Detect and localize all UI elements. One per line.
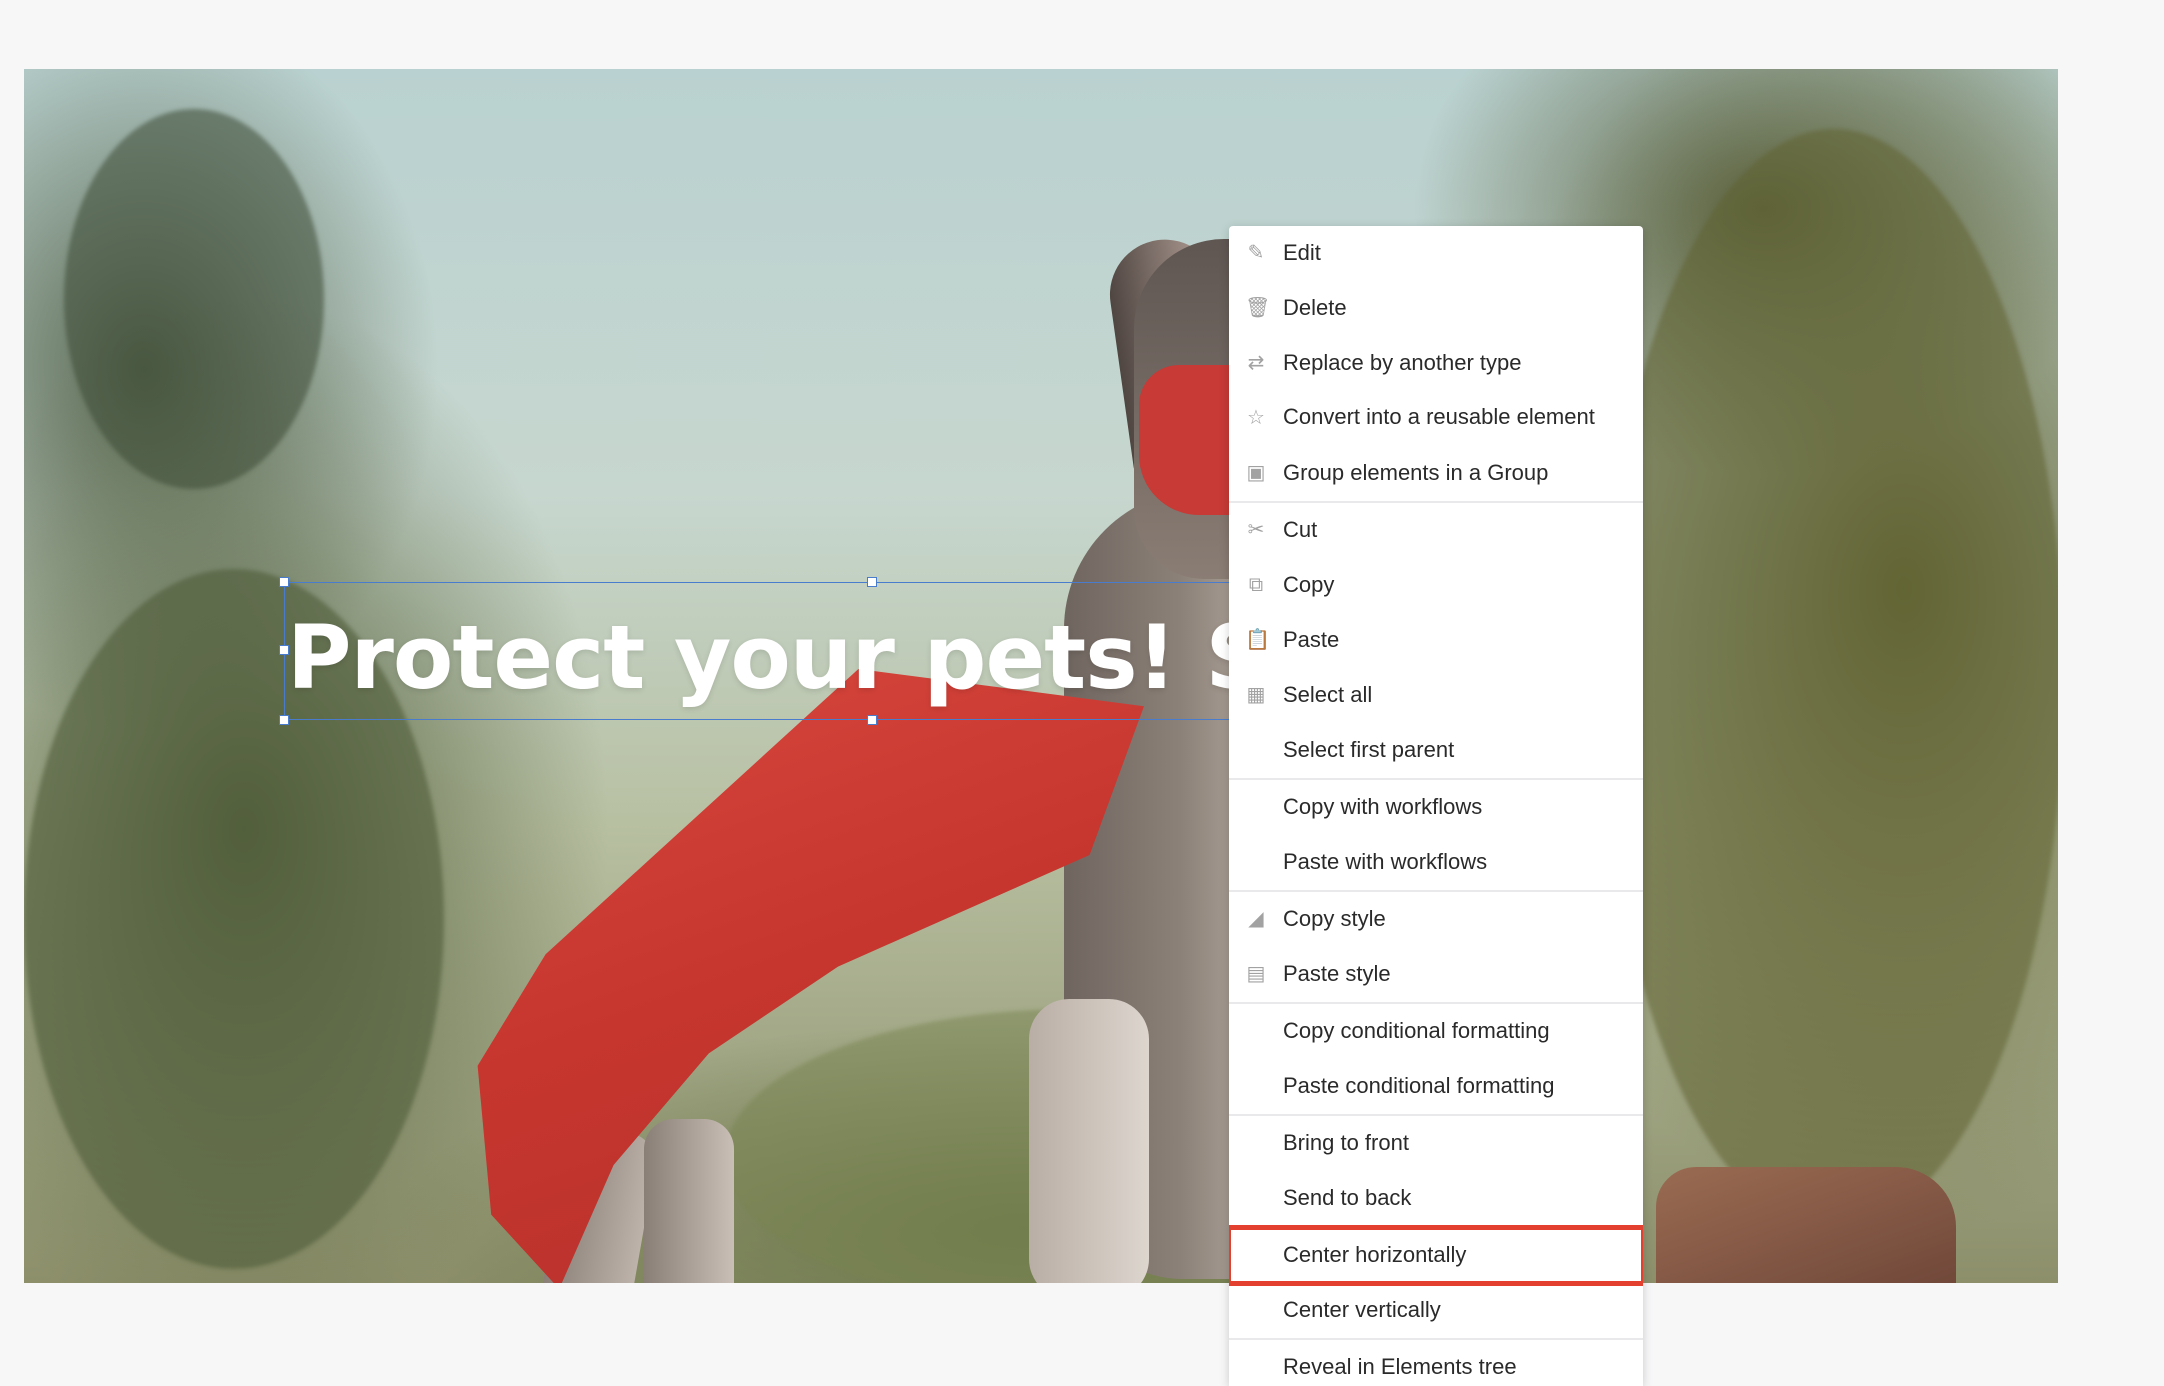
menu-item-label: Center horizontally (1283, 1242, 1467, 1267)
menu-item-bring-to-front[interactable]: Bring to front (1229, 1116, 1643, 1171)
menu-item-label: Cut (1283, 517, 1318, 542)
menu-item-paste-conditional-formatting[interactable]: Paste conditional formatting (1229, 1059, 1643, 1114)
rock (1656, 1167, 1956, 1283)
menu-item-group-elements-in-a-group[interactable]: ▣ Group elements in a Group (1229, 446, 1643, 501)
menu-item-send-to-back[interactable]: Send to back (1229, 1171, 1643, 1226)
menu-item-copy-style[interactable]: ◢ Copy style (1229, 892, 1643, 947)
resize-handle-bottom-middle[interactable] (867, 715, 877, 725)
menu-item-label: Group elements in a Group (1283, 460, 1549, 485)
trash-icon: 🗑 (1245, 295, 1271, 319)
menu-item-edit[interactable]: ✎ Edit (1229, 226, 1643, 281)
menu-item-center-vertically[interactable]: Center vertically (1229, 1283, 1643, 1338)
copy-icon: ⧉ (1248, 572, 1264, 596)
menu-item-label: Delete (1283, 295, 1347, 320)
grid-icon: ▦ (1246, 682, 1266, 706)
resize-handle-middle-left[interactable] (279, 645, 289, 655)
star-icon: ☆ (1247, 405, 1265, 429)
eraser-icon: ◢ (1248, 906, 1264, 930)
menu-item-delete[interactable]: 🗑 Delete (1229, 281, 1643, 336)
menu-item-paste[interactable]: 📋 Paste (1229, 613, 1643, 668)
dog-leg (1029, 999, 1149, 1283)
editor-canvas: Protect your pets! Sign ✎ Edit 🗑 Delete ⇄ Rep… (0, 0, 2164, 1386)
menu-item-copy[interactable]: ⧉ Copy (1229, 558, 1643, 613)
menu-item-center-horizontally[interactable]: Center horizontally (1229, 1225, 1643, 1286)
dog-leg (644, 1119, 734, 1283)
edit-icon: ✎ (1247, 240, 1265, 264)
resize-handle-top-left[interactable] (279, 577, 289, 587)
foliage-left-top (64, 109, 324, 489)
foliage-right (1604, 129, 2058, 1229)
scissors-icon: ✂ (1247, 517, 1265, 541)
menu-item-label: Edit (1283, 240, 1321, 265)
menu-item-label: Copy style (1283, 906, 1386, 931)
menu-item-label: Paste with workflows (1283, 849, 1488, 874)
menu-item-select-first-parent[interactable]: Select first parent (1229, 723, 1643, 778)
menu-item-convert-into-a-reusable-element[interactable]: ☆ Convert into a reusable element (1229, 391, 1643, 446)
menu-item-label: Reveal in Elements tree (1283, 1354, 1517, 1379)
menu-item-label: Copy conditional formatting (1283, 1018, 1550, 1043)
paste-icon: 📋 (1245, 627, 1270, 651)
selection-box[interactable] (284, 582, 1264, 720)
menu-item-label: Paste conditional formatting (1283, 1073, 1555, 1098)
menu-item-copy-conditional-formatting[interactable]: Copy conditional formatting (1229, 1004, 1643, 1059)
menu-item-label: Center vertically (1283, 1297, 1441, 1322)
menu-item-label: Replace by another type (1283, 350, 1522, 375)
resize-handle-bottom-left[interactable] (279, 715, 289, 725)
menu-item-paste-style[interactable]: ▤ Paste style (1229, 947, 1643, 1002)
menu-item-label: Send to back (1283, 1185, 1412, 1210)
menu-item-label: Paste (1283, 627, 1340, 652)
menu-item-label: Select first parent (1283, 737, 1455, 762)
document-icon: ▤ (1246, 961, 1266, 985)
swap-arrows-icon: ⇄ (1247, 350, 1265, 374)
menu-item-reveal-in-elements-tree[interactable]: Reveal in Elements tree (1229, 1340, 1643, 1386)
context-menu: ✎ Edit 🗑 Delete ⇄ Replace by another type ☆ Con… (1229, 226, 1643, 1386)
menu-item-cut[interactable]: ✂ Cut (1229, 503, 1643, 558)
menu-item-select-all[interactable]: ▦ Select all (1229, 668, 1643, 723)
menu-item-label: Copy with workflows (1283, 794, 1483, 819)
menu-item-label: Paste style (1283, 961, 1391, 986)
menu-item-replace-by-another-type[interactable]: ⇄ Replace by another type (1229, 336, 1643, 391)
menu-item-label: Bring to front (1283, 1130, 1409, 1155)
group-frame-icon: ▣ (1246, 460, 1266, 484)
menu-item-label: Convert into a reusable element (1283, 404, 1595, 429)
menu-item-label: Copy (1283, 572, 1335, 597)
resize-handle-top-middle[interactable] (867, 577, 877, 587)
menu-item-copy-with-workflows[interactable]: Copy with workflows (1229, 780, 1643, 835)
menu-item-paste-with-workflows[interactable]: Paste with workflows (1229, 835, 1643, 890)
menu-item-label: Select all (1283, 682, 1373, 707)
